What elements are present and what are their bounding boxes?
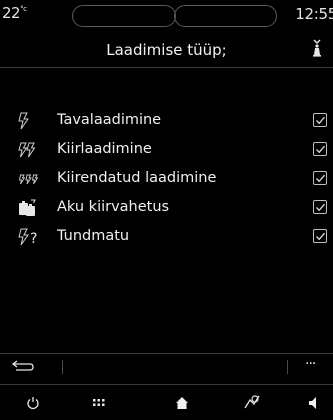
list-item[interactable]: Kiirendatud laadimine [0, 164, 333, 194]
list-item-label: Tundmatu [57, 228, 130, 244]
checkbox[interactable] [313, 171, 327, 185]
checkbox[interactable] [313, 142, 327, 156]
toolbar-separator [287, 360, 288, 374]
page-title: Laadimise tüüp; [106, 41, 227, 59]
navigation-icon[interactable] [243, 394, 261, 410]
outside-temperature: 22°c [2, 4, 27, 22]
context-toolbar: ··· [0, 354, 333, 379]
double-bolt-icon [18, 142, 36, 158]
list-item-label: Kiirendatud laadimine [57, 170, 217, 186]
more-options-button[interactable]: ··· [305, 356, 316, 372]
volume-icon[interactable] [308, 396, 320, 410]
list-item[interactable]: ? Tundmatu [0, 222, 333, 252]
status-widget-right[interactable] [174, 5, 277, 27]
checkbox[interactable] [313, 113, 327, 127]
temperature-unit: °c [20, 5, 27, 13]
temperature-value: 22 [2, 4, 21, 22]
person-seat-icon[interactable] [310, 37, 324, 59]
triple-bolt-icon [18, 174, 39, 185]
clock: 12:55 [295, 5, 333, 23]
list-item[interactable]: Tavalaadimine [0, 106, 333, 136]
apps-grid-icon[interactable] [93, 399, 105, 407]
checkbox[interactable] [313, 200, 327, 214]
bolt-icon [18, 112, 29, 130]
list-item[interactable]: Aku kiirvahetus [0, 193, 333, 223]
list-item-label: Kiirlaadimine [57, 141, 152, 157]
status-widget-left[interactable] [72, 5, 176, 27]
list-item[interactable]: Kiirlaadimine [0, 135, 333, 165]
bolt-question-icon: ? [18, 228, 37, 246]
system-nav-bar [0, 386, 333, 420]
home-icon[interactable] [175, 396, 189, 410]
checkbox[interactable] [313, 229, 327, 243]
svg-text:?: ? [30, 231, 37, 246]
list-item-label: Tavalaadimine [57, 112, 162, 128]
back-arrow-icon[interactable] [8, 359, 36, 375]
header-divider [0, 67, 333, 68]
battery-swap-icon [19, 199, 36, 216]
power-icon[interactable] [26, 396, 40, 410]
toolbar-separator [62, 360, 63, 374]
list-item-label: Aku kiirvahetus [57, 199, 170, 215]
navbar-divider [0, 384, 333, 385]
